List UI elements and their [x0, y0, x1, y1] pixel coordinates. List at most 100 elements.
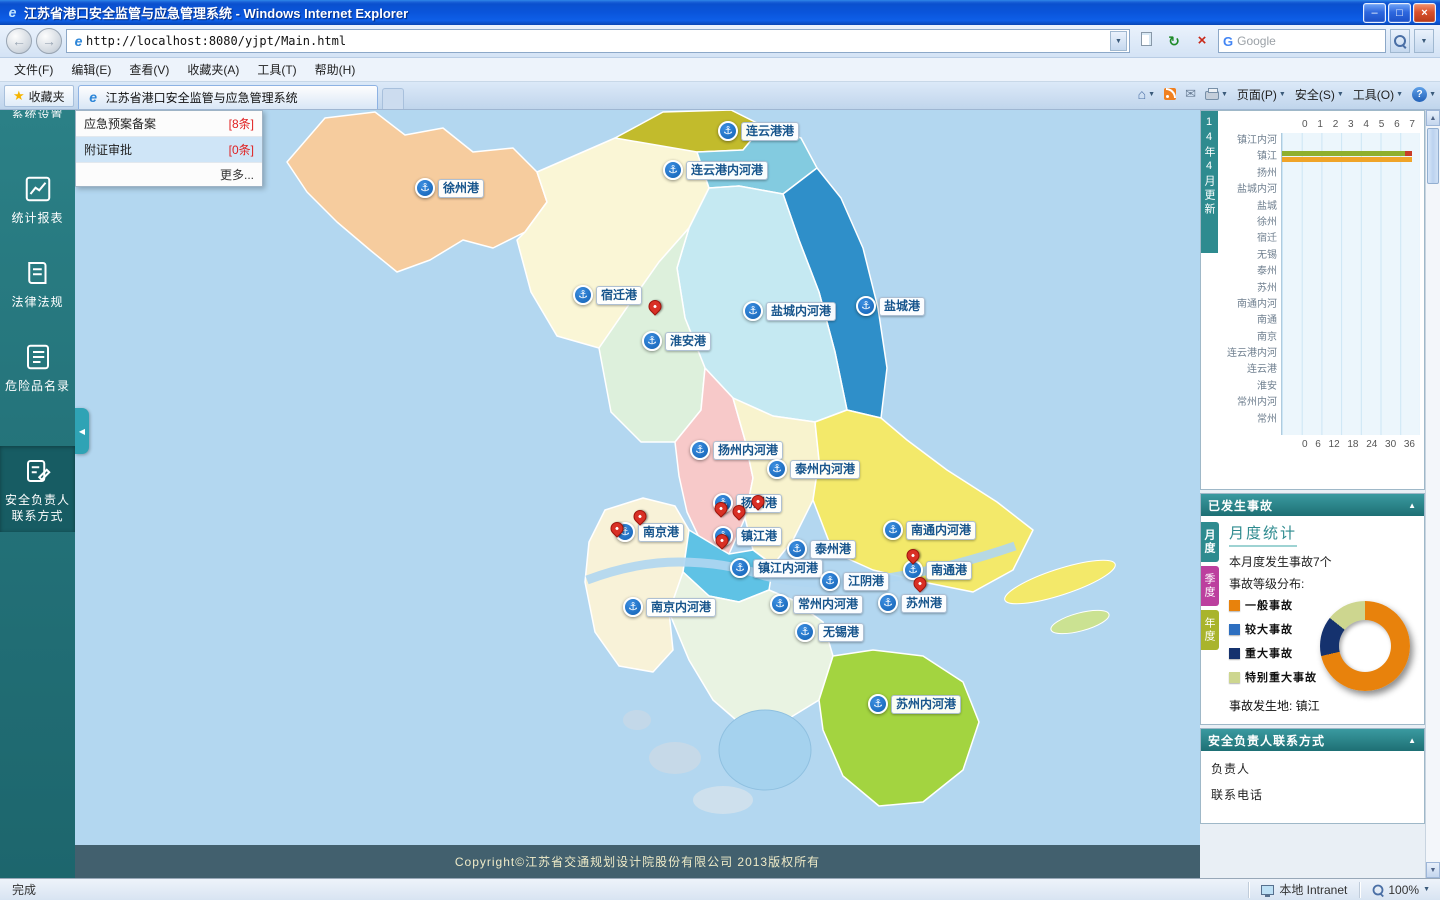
collapse-icon[interactable]: ▲ [1408, 501, 1417, 510]
port-marker[interactable]: ⚓连云港内河港 [663, 160, 768, 180]
menu-item[interactable]: 帮助(H) [307, 58, 364, 81]
port-marker[interactable]: ⚓盐城港 [856, 296, 925, 316]
close-button[interactable]: × [1413, 3, 1436, 23]
quick-panel-row-approval[interactable]: 附证审批 [0条] [76, 137, 262, 163]
zoom-control[interactable]: 100% ▼ [1366, 883, 1436, 897]
address-dropdown[interactable]: ▼ [1110, 31, 1127, 51]
port-label[interactable]: 徐州港 [438, 179, 484, 198]
sidebar-item-laws[interactable]: 法律法规 [0, 248, 75, 318]
accident-tab-月度[interactable]: 月度 [1201, 522, 1219, 562]
port-marker[interactable]: ⚓宿迁港 [573, 285, 642, 305]
command-button[interactable]: 安全(S)▼ [1295, 86, 1344, 103]
accident-panel-header[interactable]: 已发生事故 ▲ [1201, 494, 1424, 516]
print-button[interactable]: ▼ [1205, 88, 1228, 100]
port-label[interactable]: 南京港 [638, 523, 684, 542]
port-marker[interactable]: ⚓南京港 [615, 522, 684, 542]
port-label[interactable]: 苏州内河港 [891, 695, 961, 714]
search-placeholder[interactable]: Google [1237, 34, 1381, 48]
port-marker[interactable]: ⚓无锡港 [795, 622, 864, 642]
port-label[interactable]: 连云港内河港 [686, 161, 768, 180]
contact-panel-header[interactable]: 安全负责人联系方式 ▲ [1201, 729, 1424, 751]
compatibility-button[interactable] [1134, 29, 1158, 53]
anchor-icon[interactable]: ⚓ [743, 301, 763, 321]
security-zone[interactable]: 本地 Intranet [1255, 881, 1353, 898]
command-button[interactable]: 工具(O)▼ [1353, 86, 1403, 103]
search-dropdown[interactable]: ▼ [1414, 29, 1434, 53]
anchor-icon[interactable]: ⚓ [690, 440, 710, 460]
map-area[interactable]: ⚓连云港港⚓连云港内河港⚓徐州港⚓宿迁港⚓盐城内河港⚓盐城港⚓淮安港⚓扬州内河港… [75, 110, 1200, 878]
port-label[interactable]: 淮安港 [665, 332, 711, 351]
scrollbar-down-button[interactable]: ▼ [1426, 862, 1440, 878]
port-label[interactable]: 南京内河港 [646, 598, 716, 617]
port-marker[interactable]: ⚓泰州内河港 [767, 459, 860, 479]
port-marker[interactable]: ⚓淮安港 [642, 331, 711, 351]
sidebar-item-safety-contact[interactable]: 安全负责人 联系方式 [0, 446, 75, 532]
menu-item[interactable]: 编辑(E) [63, 58, 119, 81]
port-label[interactable]: 宿迁港 [596, 286, 642, 305]
port-marker[interactable]: ⚓南京内河港 [623, 597, 716, 617]
anchor-icon[interactable]: ⚓ [623, 597, 643, 617]
quick-panel-row-emergency-plan[interactable]: 应急预案备案 [8条] [76, 111, 262, 137]
minimize-button[interactable]: – [1363, 3, 1386, 23]
accident-tab-季度[interactable]: 季度 [1201, 566, 1219, 606]
scrollbar-up-button[interactable]: ▲ [1426, 110, 1440, 126]
port-marker[interactable]: ⚓苏州港 [878, 593, 947, 613]
restore-button[interactable]: □ [1388, 3, 1411, 23]
anchor-icon[interactable]: ⚓ [856, 296, 876, 316]
stop-button[interactable]: × [1190, 29, 1214, 53]
port-label[interactable]: 苏州港 [901, 594, 947, 613]
anchor-icon[interactable]: ⚓ [573, 285, 593, 305]
anchor-icon[interactable]: ⚓ [642, 331, 662, 351]
anchor-icon[interactable]: ⚓ [820, 571, 840, 591]
back-button[interactable]: ← [6, 28, 32, 54]
port-label[interactable]: 无锡港 [818, 623, 864, 642]
anchor-icon[interactable]: ⚓ [730, 558, 750, 578]
address-bar[interactable]: e http://localhost:8080/yjpt/Main.html ▼ [66, 29, 1130, 53]
port-label[interactable]: 扬州内河港 [713, 441, 783, 460]
sidebar-item-hazmat-catalog[interactable]: 危险品名录 [0, 332, 75, 402]
port-label[interactable]: 泰州港 [810, 540, 856, 559]
search-box[interactable]: G Google [1218, 29, 1386, 53]
anchor-icon[interactable]: ⚓ [415, 178, 435, 198]
port-marker[interactable]: ⚓泰州港 [787, 539, 856, 559]
anchor-icon[interactable]: ⚓ [878, 593, 898, 613]
anchor-icon[interactable]: ⚓ [795, 622, 815, 642]
port-label[interactable]: 镇江内河港 [753, 559, 823, 578]
more-link[interactable]: 更多... [76, 163, 262, 186]
favorites-button[interactable]: ★ 收藏夹 [4, 85, 74, 107]
collapse-icon[interactable]: ▲ [1408, 736, 1417, 745]
port-label[interactable]: 江阴港 [843, 572, 889, 591]
menu-item[interactable]: 工具(T) [249, 58, 304, 81]
help-button[interactable]: ?▼ [1412, 87, 1436, 102]
forward-button[interactable]: → [36, 28, 62, 54]
sidebar-item-statistics[interactable]: 统计报表 [0, 164, 75, 234]
refresh-button[interactable]: ↻ [1162, 29, 1186, 53]
port-label[interactable]: 盐城内河港 [766, 302, 836, 321]
port-label[interactable]: 泰州内河港 [790, 460, 860, 479]
menu-item[interactable]: 查看(V) [121, 58, 177, 81]
anchor-icon[interactable]: ⚓ [883, 520, 903, 540]
feeds-button[interactable] [1164, 88, 1176, 100]
location-pin-icon[interactable] [646, 297, 664, 315]
port-marker[interactable]: ⚓常州内河港 [770, 594, 863, 614]
accident-tab-年度[interactable]: 年度 [1201, 610, 1219, 650]
new-tab-button[interactable] [382, 88, 404, 109]
port-label[interactable]: 镇江港 [736, 527, 782, 546]
command-button[interactable]: 页面(P)▼ [1237, 86, 1286, 103]
scrollbar-track[interactable] [1426, 126, 1440, 862]
port-marker[interactable]: ⚓连云港港 [718, 121, 799, 141]
search-button[interactable] [1390, 29, 1410, 53]
port-label[interactable]: 连云港港 [741, 122, 799, 141]
port-marker[interactable]: ⚓徐州港 [415, 178, 484, 198]
port-label[interactable]: 盐城港 [879, 297, 925, 316]
anchor-icon[interactable]: ⚓ [787, 539, 807, 559]
port-marker[interactable]: ⚓盐城内河港 [743, 301, 836, 321]
port-marker[interactable]: ⚓苏州内河港 [868, 694, 961, 714]
home-button[interactable]: ⌂▼ [1138, 86, 1155, 102]
port-marker[interactable]: ⚓镇江内河港 [730, 558, 823, 578]
scrollbar-thumb[interactable] [1427, 128, 1439, 184]
port-marker[interactable]: ⚓江阴港 [820, 571, 889, 591]
anchor-icon[interactable]: ⚓ [767, 459, 787, 479]
anchor-icon[interactable]: ⚓ [770, 594, 790, 614]
sidebar-collapse-handle[interactable]: ◀ [75, 408, 89, 454]
